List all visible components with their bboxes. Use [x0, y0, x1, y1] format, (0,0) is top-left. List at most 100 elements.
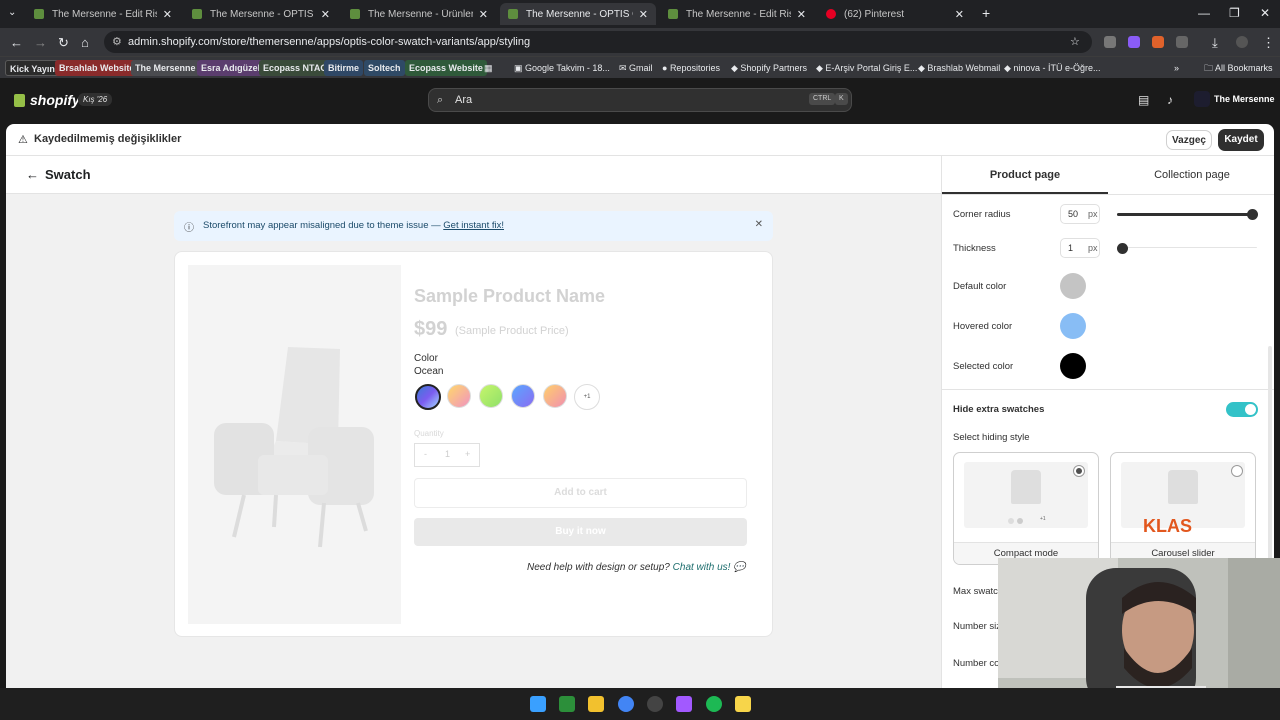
quantity-plus[interactable]: + [465, 449, 470, 459]
hovered-color-picker[interactable] [1060, 313, 1086, 339]
taskbar-app-icon[interactable] [559, 696, 575, 712]
radio-carousel[interactable] [1231, 465, 1243, 477]
bookmark-item[interactable]: ◆ ninova - İTÜ e-Öğre... [1000, 60, 1104, 76]
sticky-notes-icon[interactable] [735, 696, 751, 712]
bookmark-item[interactable]: Ecopass NTAG [259, 60, 332, 76]
figma-icon[interactable] [676, 696, 692, 712]
tab-close-icon[interactable]: ✕ [479, 8, 488, 21]
restore-icon[interactable]: ❐ [1229, 6, 1240, 20]
site-info-icon[interactable]: ⚙ [112, 31, 122, 53]
swatch[interactable] [447, 384, 471, 408]
inbox-icon[interactable]: ▤ [1138, 93, 1149, 107]
back-icon[interactable]: ← [10, 35, 23, 50]
tab-search-icon[interactable]: ⌄ [8, 7, 16, 18]
hide-extra-swatches-toggle[interactable] [1226, 402, 1258, 417]
extensions-puzzle-icon[interactable] [1176, 36, 1188, 48]
back-arrow-icon[interactable]: ← [26, 167, 39, 182]
menu-dots-icon[interactable]: ⋮ [1262, 35, 1275, 51]
browser-tab-active[interactable]: The Mersenne - OPTIS Color Swatch ✕ [500, 3, 656, 25]
info-icon: ⓘ [184, 223, 194, 234]
tab-close-icon[interactable]: ✕ [797, 8, 806, 21]
spotify-icon[interactable] [706, 696, 722, 712]
bookmark-item[interactable]: ◆ Brashlab Webmail [914, 60, 1004, 76]
apps-grid-icon[interactable]: ▦ [480, 60, 497, 76]
quantity-minus[interactable]: - [424, 449, 427, 459]
swatch[interactable] [479, 384, 503, 408]
extension-icon[interactable] [1128, 36, 1140, 48]
ninova-icon: ◆ [1004, 63, 1014, 73]
store-avatar[interactable] [1194, 91, 1210, 107]
bookmark-item[interactable]: ◆ Shopify Partners [727, 60, 811, 76]
radio-compact[interactable] [1073, 465, 1085, 477]
save-button[interactable]: Kaydet [1218, 129, 1264, 151]
chat-link[interactable]: Chat with us! [673, 562, 731, 573]
tab-collection-page[interactable]: Collection page [1109, 156, 1274, 194]
tab-product-page[interactable]: Product page [942, 156, 1108, 194]
download-icon[interactable]: ⤓ [1212, 35, 1218, 51]
browser-tab[interactable]: The Mersenne - OPTIS Color Swatch ✕ [184, 3, 338, 25]
bookmark-item[interactable]: ✉ Gmail [615, 60, 657, 76]
extension-icon[interactable] [1104, 36, 1116, 48]
swatch[interactable] [543, 384, 567, 408]
edition-badge[interactable]: Kış '26 [78, 93, 113, 106]
corner-radius-slider[interactable] [1117, 213, 1257, 216]
windows-start-icon[interactable] [530, 696, 546, 712]
store-name[interactable]: The Mersenne [1214, 94, 1275, 104]
tab-close-icon[interactable]: ✕ [163, 8, 172, 21]
banner-text: Storefront may appear misaligned due to … [203, 220, 504, 231]
extension-icon[interactable] [1152, 36, 1164, 48]
tab-close-icon[interactable]: ✕ [321, 8, 330, 21]
browser-tab[interactable]: The Mersenne - Edit Rise · Shopify ✕ [26, 3, 180, 25]
bookmarks-overflow-icon[interactable]: » [1170, 60, 1183, 76]
bookmark-item[interactable]: ▣ Google Takvim - 18... [510, 60, 614, 76]
reload-icon[interactable]: ↻ [58, 35, 69, 51]
more-swatches-badge[interactable]: +1 [574, 384, 600, 410]
search-input[interactable]: ⌕ Ara CTRL K [428, 88, 852, 112]
close-icon[interactable]: ✕ [755, 219, 763, 230]
bookmark-item[interactable]: Esra Adıgüzel [197, 60, 265, 76]
all-bookmarks[interactable]: 🗀 All Bookmarks [1200, 60, 1277, 76]
option-compact-mode[interactable]: +1 Compact mode [953, 452, 1099, 565]
swatch[interactable] [511, 384, 535, 408]
notification-bell-icon[interactable]: ♪ [1167, 93, 1173, 107]
bookmark-item[interactable]: Ecopass Website [405, 60, 487, 76]
bookmark-star-icon[interactable]: ☆ [1070, 31, 1080, 53]
tab-close-icon[interactable]: ✕ [639, 8, 648, 21]
default-color-picker[interactable] [1060, 273, 1086, 299]
taskbar-app-icon[interactable] [647, 696, 663, 712]
add-to-cart-button[interactable]: Add to cart [414, 478, 747, 508]
browser-tab[interactable]: The Mersenne - Ürünler - No.2 ✕ [342, 3, 496, 25]
chrome-icon[interactable] [618, 696, 634, 712]
quantity-stepper[interactable]: - 1 + [414, 443, 480, 467]
option-carousel-slider[interactable]: KLAS Carousel slider [1110, 452, 1256, 565]
thickness-slider[interactable] [1117, 247, 1257, 248]
tab-close-icon[interactable]: ✕ [955, 8, 964, 21]
shopify-logo[interactable]: shopify [14, 92, 80, 108]
browser-tab[interactable]: The Mersenne - Edit Rise · Shopify ✕ [660, 3, 814, 25]
bookmark-item[interactable]: The Mersenne [131, 60, 200, 76]
bookmark-item[interactable]: ● Repositories [658, 60, 724, 76]
buy-now-button[interactable]: Buy it now [414, 518, 747, 546]
get-fix-link[interactable]: Get instant fix! [443, 220, 504, 231]
bookmark-item[interactable]: Brsahlab Website [55, 60, 139, 76]
shopify-favicon-icon [34, 9, 44, 19]
calendar-icon: ▣ [514, 63, 526, 73]
selected-color-picker[interactable] [1060, 353, 1086, 379]
forward-icon[interactable]: → [34, 35, 47, 50]
address-bar[interactable]: ⚙ admin.shopify.com/store/themersenne/ap… [104, 31, 1092, 53]
swatch-ocean[interactable] [415, 384, 441, 410]
bookmark-item[interactable]: Bitirme [324, 60, 364, 76]
profile-avatar-icon[interactable] [1236, 36, 1248, 48]
bookmark-item[interactable]: ◆ E-Arşiv Portal Giriş E... [812, 60, 921, 76]
slider-handle[interactable] [1117, 243, 1128, 254]
bookmark-item[interactable]: Soltech [364, 60, 405, 76]
home-icon[interactable]: ⌂ [81, 35, 89, 50]
browser-tab[interactable]: (62) Pinterest ✕ [818, 3, 972, 25]
discard-button[interactable]: Vazgeç [1166, 130, 1212, 150]
minimize-icon[interactable]: — [1198, 6, 1210, 20]
close-window-icon[interactable]: ✕ [1260, 6, 1270, 20]
file-explorer-icon[interactable] [588, 696, 604, 712]
slider-handle[interactable] [1247, 209, 1258, 220]
bookmark-item[interactable]: Kick Yayın [5, 60, 60, 76]
new-tab-icon[interactable]: + [982, 5, 990, 21]
